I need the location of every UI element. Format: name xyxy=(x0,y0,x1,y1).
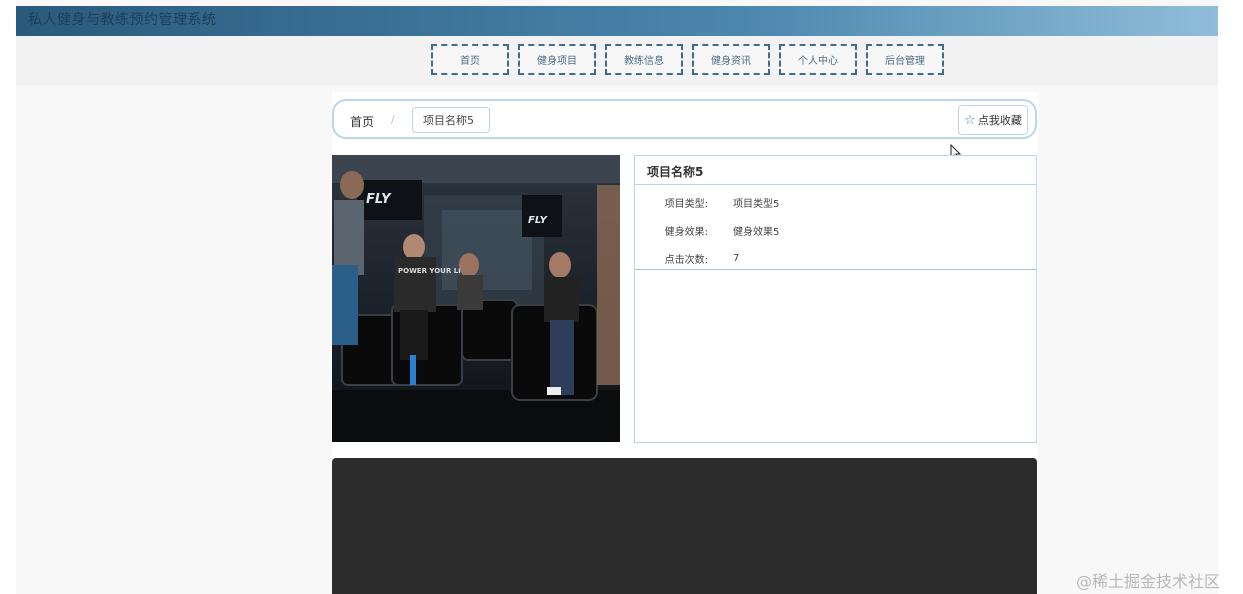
nav-item-admin[interactable]: 后台管理 xyxy=(866,44,944,75)
breadcrumb-home-link[interactable]: 首页 xyxy=(350,113,374,130)
attribute-label: 点击次数: xyxy=(664,254,708,266)
content-detail-block xyxy=(332,458,1037,594)
attribute-row-clicks: 点击次数: 7 xyxy=(635,244,1036,272)
project-image: FLY FLY POWER YOUR LIFE xyxy=(332,155,620,442)
favorite-button-label: 点我收藏 xyxy=(977,114,1022,127)
attribute-value: 项目类型5 xyxy=(733,198,780,210)
attribute-row-effect: 健身效果: 健身效果5 xyxy=(635,216,1036,244)
nav-item-home[interactable]: 首页 xyxy=(431,44,509,75)
nav-item-coaches[interactable]: 教练信息 xyxy=(605,44,683,75)
nav-item-news[interactable]: 健身资讯 xyxy=(692,44,770,75)
breadcrumb-current: 项目名称5 xyxy=(412,107,490,133)
project-title: 项目名称5 xyxy=(635,156,1036,185)
nav-item-fitness-projects[interactable]: 健身项目 xyxy=(518,44,596,75)
attribute-value: 健身效果5 xyxy=(733,226,780,238)
image-sign-text: FLY xyxy=(528,215,549,226)
attribute-value: 7 xyxy=(733,252,740,264)
attribute-label: 项目类型: xyxy=(664,198,708,210)
watermark-text: @稀土掘金技术社区 xyxy=(1076,572,1221,591)
attribute-label: 健身效果: xyxy=(664,226,708,238)
site-title: 私人健身与教练预约管理系统 xyxy=(28,12,217,28)
project-attributes: 项目类型: 项目类型5 健身效果: 健身效果5 点击次数: 7 xyxy=(635,185,1036,270)
project-info-panel: 项目名称5 项目类型: 项目类型5 健身效果: 健身效果5 点击次数: 7 xyxy=(634,155,1037,443)
image-sign-text: FLY xyxy=(366,192,392,207)
attribute-row-type: 项目类型: 项目类型5 xyxy=(635,188,1036,216)
main-nav: 首页 健身项目 教练信息 健身资讯 个人中心 后台管理 xyxy=(431,44,944,75)
star-icon: ☆ xyxy=(964,112,976,128)
breadcrumb-separator: / xyxy=(391,113,395,126)
nav-item-profile[interactable]: 个人中心 xyxy=(779,44,857,75)
favorite-button[interactable]: ☆ 点我收藏 xyxy=(958,105,1028,135)
